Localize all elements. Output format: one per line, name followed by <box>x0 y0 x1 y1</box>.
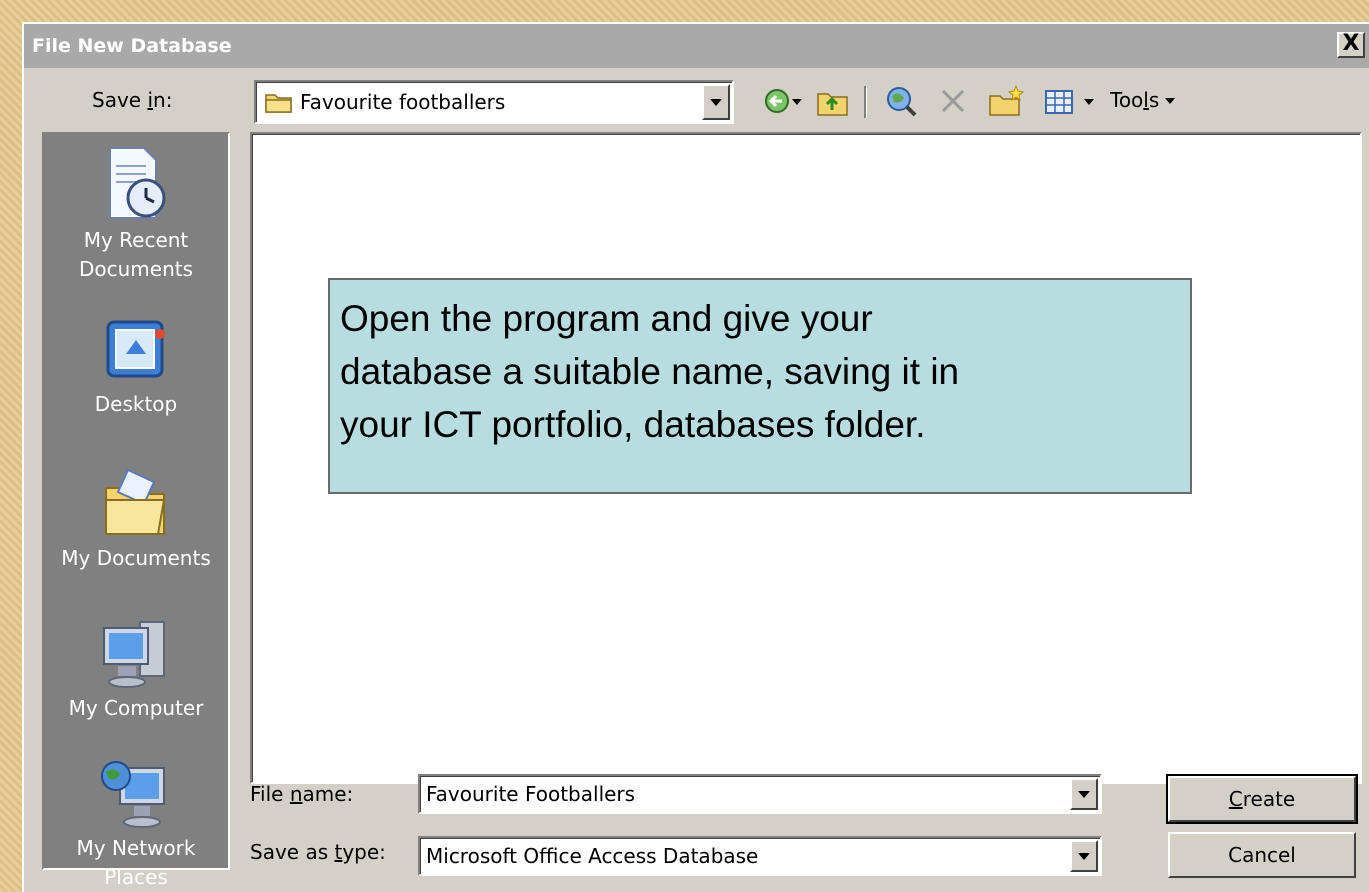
callout-line: your ICT portfolio, databases folder. <box>340 404 926 445</box>
place-label: My Documents <box>61 546 211 570</box>
delete-icon <box>941 89 965 113</box>
close-button[interactable]: X <box>1337 32 1365 58</box>
file-name-field[interactable]: Favourite Footballers <box>418 774 1102 814</box>
delete-button[interactable] <box>934 82 974 122</box>
place-my-documents[interactable]: My Documents <box>44 464 228 573</box>
cancel-button[interactable]: Cancel <box>1168 832 1356 878</box>
place-label: Places <box>104 865 168 889</box>
desktop-icon <box>106 320 165 378</box>
place-label: My Recent <box>83 228 189 252</box>
save-as-type-label: Save as type: <box>250 840 386 864</box>
back-dropdown-icon <box>792 99 802 105</box>
save-as-type-value: Microsoft Office Access Database <box>426 844 759 868</box>
title-bar[interactable]: File New Database X <box>24 24 1369 68</box>
instruction-callout: Open the program and give your database … <box>328 278 1192 494</box>
place-label: My Network <box>76 836 196 860</box>
file-new-database-dialog: File New Database X Save in: Favourite f… <box>22 22 1369 892</box>
file-name-label: File name: <box>250 782 354 806</box>
my-network-places-icon <box>101 761 165 828</box>
my-documents-icon <box>105 468 166 535</box>
recent-documents-icon <box>109 147 166 219</box>
chevron-down-icon[interactable] <box>702 84 730 120</box>
up-one-level-button[interactable] <box>814 82 854 122</box>
tools-menu[interactable]: Tools <box>1110 88 1176 112</box>
place-label: Documents <box>78 257 194 281</box>
views-icon <box>1045 90 1073 114</box>
place-desktop[interactable]: Desktop <box>44 314 228 419</box>
place-my-computer[interactable]: My Computer <box>44 614 228 723</box>
file-name-value: Favourite Footballers <box>426 782 636 806</box>
folder-icon <box>265 94 292 113</box>
create-button[interactable]: Create <box>1166 774 1358 824</box>
tools-dropdown-icon <box>1165 98 1176 104</box>
chevron-down-icon[interactable] <box>1070 778 1098 810</box>
search-web-icon <box>887 87 917 117</box>
views-button[interactable] <box>1040 82 1100 122</box>
save-in-label: Save in: <box>92 88 173 112</box>
new-folder-icon <box>989 84 1025 116</box>
views-dropdown-icon <box>1084 99 1094 105</box>
toolbar-separator <box>864 86 867 118</box>
callout-line: database a suitable name, saving it in <box>340 351 960 392</box>
save-in-dropdown[interactable]: Favourite footballers <box>254 80 734 124</box>
place-my-recent-documents[interactable]: My Recent Documents <box>44 144 228 284</box>
save-as-type-dropdown[interactable]: Microsoft Office Access Database <box>418 836 1102 876</box>
place-my-network-places[interactable]: My Network Places <box>44 754 228 892</box>
new-folder-button[interactable] <box>986 82 1026 122</box>
place-label: Desktop <box>94 392 178 416</box>
chevron-down-icon[interactable] <box>1070 840 1098 872</box>
places-bar: My Recent Documents Desktop My Documents <box>42 132 230 889</box>
place-label: My Computer <box>68 696 204 720</box>
callout-line: Open the program and give your <box>340 298 873 339</box>
dialog-title: File New Database <box>32 35 232 57</box>
up-folder-icon <box>817 93 848 116</box>
my-computer-icon <box>103 621 165 688</box>
back-button[interactable] <box>762 82 802 122</box>
search-web-button[interactable] <box>882 82 922 122</box>
save-in-value: Favourite footballers <box>300 90 506 114</box>
